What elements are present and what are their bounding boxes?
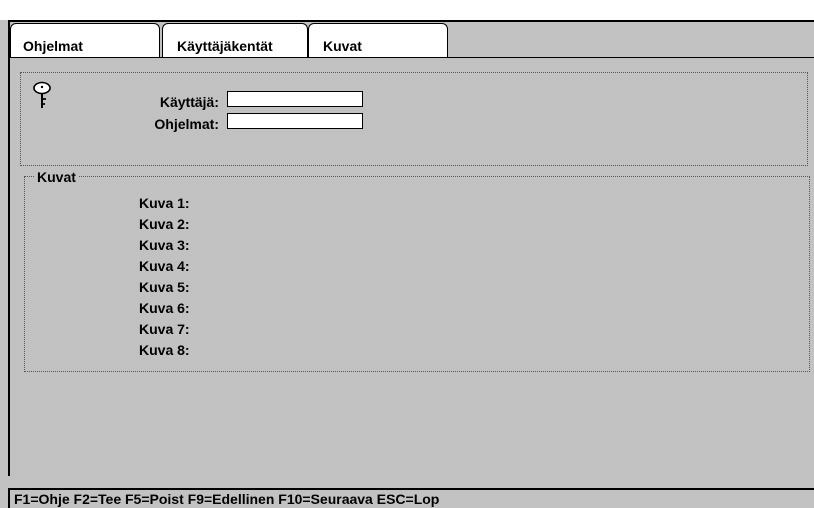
tab-label: Kuvat	[323, 38, 362, 54]
top-strip	[0, 0, 814, 20]
image-field-label: Kuva 1:	[139, 195, 190, 211]
tab-ohjelmat[interactable]: Ohjelmat	[10, 23, 160, 57]
image-field-label: Kuva 5:	[139, 279, 190, 295]
tab-kuvat[interactable]: Kuvat	[308, 23, 448, 57]
image-field-label: Kuva 4:	[139, 258, 190, 274]
tab-label: Käyttäjäkentät	[177, 38, 273, 54]
user-input[interactable]	[227, 91, 363, 107]
tab-kayttajakentat[interactable]: Käyttäjäkentät	[162, 23, 308, 57]
tab-panel-kuvat: Käyttäjä: Ohjelmat: Kuvat Kuva 1: Kuva 2…	[10, 57, 814, 477]
image-field-label: Kuva 2:	[139, 216, 190, 232]
user-label: Käyttäjä:	[159, 94, 219, 110]
image-field-label: Kuva 7:	[139, 321, 190, 337]
tab-label: Ohjelmat	[23, 38, 83, 54]
image-field-label: Kuva 8:	[139, 342, 190, 358]
user-info-group: Käyttäjä: Ohjelmat:	[20, 72, 808, 166]
dialog-frame: Ohjelmat Käyttäjäkentät Kuvat Käyttäjä: …	[8, 20, 814, 477]
image-field-label: Kuva 6:	[139, 300, 190, 316]
images-group-title: Kuvat	[34, 169, 79, 185]
images-list: Kuva 1: Kuva 2: Kuva 3: Kuva 4: Kuva 5: …	[139, 193, 190, 361]
programs-label: Ohjelmat:	[154, 116, 219, 132]
function-key-hints: F1=Ohje F2=Tee F5=Poist F9=Edellinen F10…	[14, 491, 440, 507]
key-icon	[33, 81, 51, 108]
images-group: Kuvat Kuva 1: Kuva 2: Kuva 3: Kuva 4: Ku…	[24, 169, 810, 372]
programs-input[interactable]	[227, 113, 363, 129]
status-bar: F1=Ohje F2=Tee F5=Poist F9=Edellinen F10…	[8, 488, 814, 508]
image-field-label: Kuva 3:	[139, 237, 190, 253]
